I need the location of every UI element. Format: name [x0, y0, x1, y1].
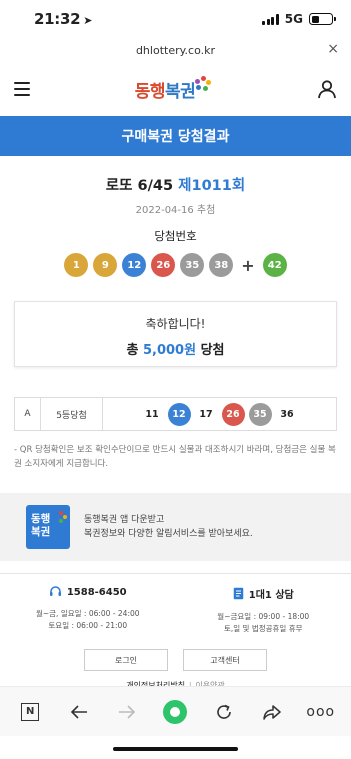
chat-hours-weekday: 월~금요일 : 09:00 - 18:00 [217, 612, 310, 621]
plus-sign: + [241, 255, 255, 275]
winning-ball-2: 9 [93, 253, 118, 277]
login-button[interactable]: 로그인 [84, 649, 168, 671]
game-round: 제1011회 [178, 178, 246, 194]
ticket-number-5: 35 [248, 402, 272, 426]
ticket-number-4: 26 [221, 402, 245, 426]
prize-amount: 총 5,000원 당첨 [126, 343, 225, 358]
share-arrow-icon [263, 704, 282, 720]
url-bar[interactable]: dhlottery.co.kr × [0, 38, 351, 62]
site-logo[interactable]: 동행복권 [134, 76, 213, 102]
status-indicators: 5G [262, 12, 336, 26]
network-type: 5G [284, 12, 303, 26]
ticket-row: A 5등당첨 11 12 17 26 35 36 [14, 397, 337, 431]
more-icon[interactable]: ooo [306, 700, 334, 724]
phone-hours-saturday: 토요일 : 06:00 - 21:00 [48, 621, 128, 630]
winning-ball-3: 12 [122, 253, 147, 277]
ticket-numbers: 11 12 17 26 35 36 [103, 402, 336, 426]
chat-hours-holiday: 토,일 및 법정공휴일 휴무 [223, 624, 303, 633]
customer-center-button[interactable]: 고객센터 [183, 649, 267, 671]
close-icon[interactable]: × [327, 41, 339, 57]
winning-ball-4: 26 [151, 253, 176, 277]
document-icon [233, 587, 243, 600]
refresh-icon [217, 704, 231, 719]
bonus-ball: 42 [262, 253, 287, 277]
notice-text: - QR 당첨확인은 보조 확인수단이므로 반드시 실물과 대조하시기 바라며,… [14, 445, 336, 469]
status-time: 21:32 ➤ [34, 10, 93, 28]
draw-date: 2022-04-16 추첨 [135, 205, 216, 216]
ticket-number-6: 36 [280, 408, 294, 420]
ticket-number-2: 12 [167, 402, 191, 426]
winning-ball-1: 1 [64, 253, 89, 277]
naver-home-button[interactable]: N [18, 700, 42, 724]
phone-number[interactable]: 1588-6450 [67, 587, 127, 598]
refresh-button[interactable] [212, 700, 236, 724]
home-indicator [113, 747, 238, 751]
location-arrow-icon: ➤ [83, 14, 93, 27]
menu-icon[interactable] [14, 82, 30, 96]
logo-text: 동행복권 [134, 81, 196, 102]
game-title: 로또 6/45 제1011회 [0, 174, 351, 195]
winning-ball-6: 38 [209, 253, 234, 277]
battery-icon [309, 13, 336, 25]
page-title: 구매복권 당첨결과 [0, 116, 351, 156]
status-bar: 21:32 ➤ 5G [0, 0, 351, 38]
winning-ball-5: 35 [180, 253, 205, 277]
share-button[interactable] [260, 700, 284, 724]
green-dot-icon [163, 699, 188, 724]
congrats-message: 축하합니다! [145, 317, 206, 331]
ticket-rank: 5등당첨 [41, 398, 103, 430]
site-header: 동행복권 [0, 62, 351, 116]
app-banner[interactable]: 동행 복권 동행복권 앱 다운받고 복권정보와 다양한 알림서비스를 받아보세요… [0, 493, 351, 561]
browser-toolbar: N ooo [0, 686, 351, 736]
prize-box: 축하합니다! 총 5,000원 당첨 [14, 301, 337, 367]
logo-flower-icon [195, 76, 212, 92]
chat-contact: 1대1 상담 월~금요일 : 09:00 - 18:00 토,일 및 법정공휴일… [176, 586, 351, 635]
winning-numbers-label: 당첨번호 [154, 229, 197, 243]
app-icon: 동행 복권 [26, 505, 70, 549]
back-button[interactable] [67, 700, 91, 724]
chat-consult-link[interactable]: 1대1 상담 [249, 586, 294, 601]
ticket-number-3: 17 [199, 408, 213, 420]
phone-hours-weekday: 월~금, 일요일 : 06:00 - 24:00 [35, 609, 140, 618]
url-text: dhlottery.co.kr [135, 43, 216, 57]
footer: 1588-6450 월~금, 일요일 : 06:00 - 24:00 토요일 :… [0, 573, 351, 691]
winning-numbers: 1 9 12 26 35 38 + 42 [0, 253, 351, 277]
contact-info: 1588-6450 월~금, 일요일 : 06:00 - 24:00 토요일 :… [0, 586, 351, 635]
user-icon[interactable] [317, 79, 337, 99]
signal-icon [262, 13, 279, 25]
arrow-left-icon [70, 704, 87, 719]
game-name: 로또 6/45 [105, 178, 174, 194]
app-banner-text: 동행복권 앱 다운받고 복권정보와 다양한 알림서비스를 받아보세요. [84, 515, 253, 539]
headset-icon [49, 586, 61, 596]
phone-contact: 1588-6450 월~금, 일요일 : 06:00 - 24:00 토요일 :… [0, 586, 176, 635]
ticket-slot: A [15, 398, 41, 430]
ticket-number-1: 11 [145, 408, 159, 420]
footer-buttons: 로그인 고객센터 [0, 649, 351, 671]
arrow-right-icon [119, 704, 136, 719]
forward-button[interactable] [115, 700, 139, 724]
green-dot-button[interactable] [163, 699, 188, 724]
n-icon: N [21, 702, 40, 721]
